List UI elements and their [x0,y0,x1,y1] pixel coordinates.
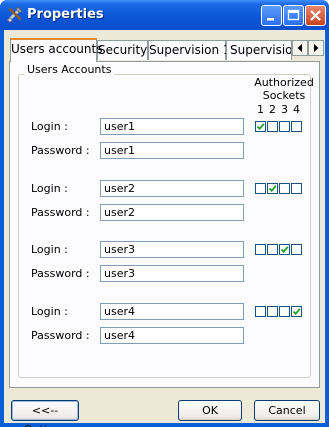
login-label: Login : [31,182,68,195]
socket-number-3: 3 [281,103,288,116]
minimize-icon [267,18,274,21]
socket-3-checkbox[interactable] [279,121,290,132]
socket-4-checkbox[interactable] [291,183,302,194]
title-bar[interactable]: Properties [0,0,329,30]
group-title: Users Accounts [24,63,115,76]
socket-2-checkbox[interactable] [267,121,278,132]
window-title: Properties [27,7,104,22]
socket-1-checkbox[interactable] [255,244,266,255]
maximize-icon [287,9,300,21]
login-label: Login : [31,120,68,133]
cancel-button[interactable]: Cancel [254,400,320,421]
ok-button[interactable]: OK [178,400,242,421]
socket-number-4: 4 [293,103,300,116]
minimize-button[interactable] [261,5,282,26]
sockets-header: Authorized Sockets [254,76,314,102]
checkmark-icon [268,185,277,193]
login-field[interactable]: user4 [100,303,244,320]
sockets-header-line1: Authorized [254,76,314,89]
socket-number-2: 2 [269,103,276,116]
socket-3-checkbox[interactable] [279,183,290,194]
tab-supervision-2[interactable]: Supervision 2 [226,40,292,60]
tools-icon [7,6,23,23]
close-button[interactable] [305,5,326,26]
login-field[interactable]: user1 [100,118,244,135]
tab-scroll-left-button[interactable] [292,40,308,56]
tab-supervision-1[interactable]: Supervision 1 [148,40,231,60]
password-label: Password : [31,206,90,219]
socket-4-checkbox[interactable] [291,121,302,132]
login-field[interactable]: user3 [100,241,244,258]
socket-3-checkbox[interactable] [279,244,290,255]
socket-1-checkbox[interactable] [255,183,266,194]
password-field[interactable]: user1 [100,142,244,159]
socket-4-checkbox[interactable] [291,306,302,317]
checkmark-icon [280,246,289,254]
options-button[interactable]: <<-- Options [11,400,79,427]
properties-window: Properties Users accounts Security Super… [0,0,329,427]
socket-1-checkbox[interactable] [255,306,266,317]
socket-number-1: 1 [257,103,264,116]
checkmark-icon [256,123,265,131]
login-field[interactable]: user2 [100,180,244,197]
close-icon [310,10,321,21]
tab-security[interactable]: Security [97,40,148,60]
password-field[interactable]: user3 [100,265,244,282]
dialog-client-area: Users accounts Security Supervision 1 Su… [4,30,325,427]
tab-users-accounts[interactable]: Users accounts [10,38,102,62]
socket-4-checkbox[interactable] [291,244,302,255]
socket-2-checkbox[interactable] [267,183,278,194]
password-label: Password : [31,144,90,157]
tab-scroll-right-button[interactable] [308,40,324,56]
socket-2-checkbox[interactable] [267,244,278,255]
login-label: Login : [31,243,68,256]
arrow-right-icon [314,44,319,52]
password-label: Password : [31,267,90,280]
sockets-header-line2: Sockets [262,89,306,102]
maximize-button[interactable] [283,5,304,26]
arrow-left-icon [297,44,302,52]
password-field[interactable]: user2 [100,204,244,221]
socket-3-checkbox[interactable] [279,306,290,317]
login-label: Login : [31,305,68,318]
socket-1-checkbox[interactable] [255,121,266,132]
password-field[interactable]: user4 [100,327,244,344]
checkmark-icon [292,308,301,316]
password-label: Password : [31,329,90,342]
socket-2-checkbox[interactable] [267,306,278,317]
